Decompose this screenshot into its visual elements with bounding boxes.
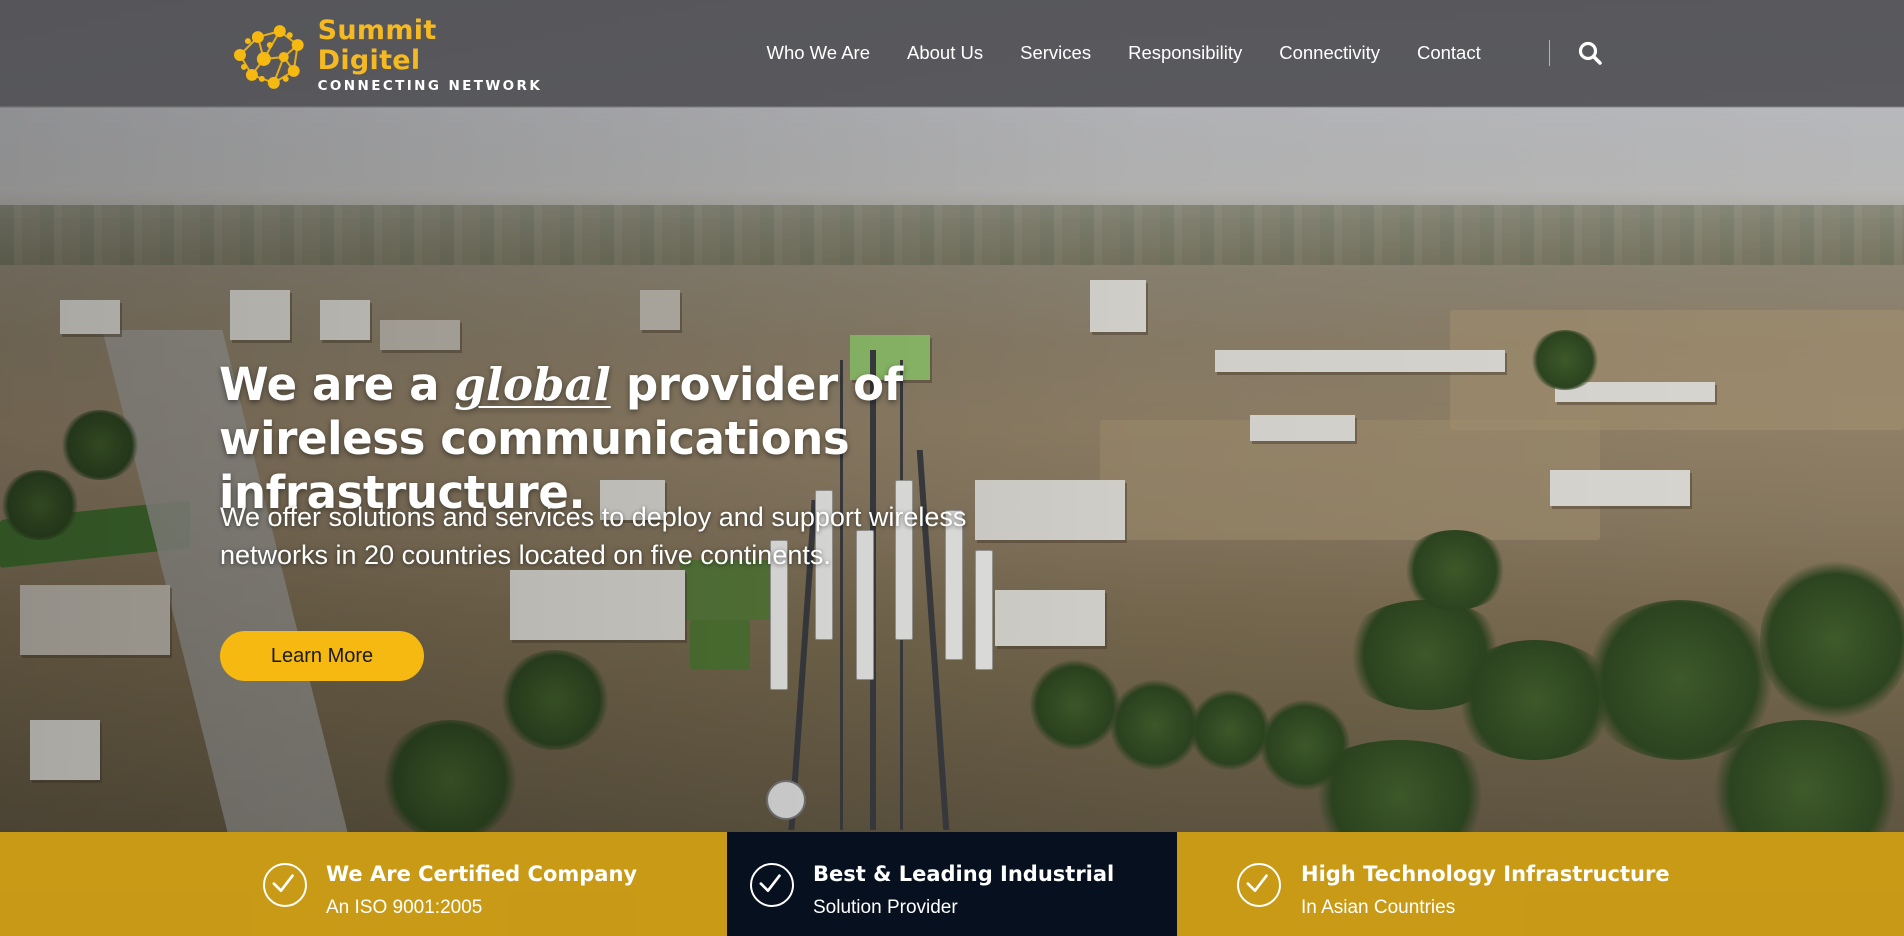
feature-title: We Are Certified Company (326, 862, 638, 886)
hero-headline: We are a global provider of wireless com… (219, 358, 1079, 520)
brand-logo[interactable]: Summit Digitel CONNECTING NETWORK (228, 14, 548, 95)
nav-item-services[interactable]: Services (1020, 34, 1091, 72)
search-icon (1578, 41, 1602, 65)
feature-title: Best & Leading Industrial (813, 862, 1115, 886)
nav-item-responsibility[interactable]: Responsibility (1128, 34, 1242, 72)
hero-subtext: We offer solutions and services to deplo… (220, 502, 967, 570)
headline-start: We are a (219, 358, 440, 411)
check-circle-icon (1237, 863, 1281, 907)
feature-industrial: Best & Leading Industrial Solution Provi… (727, 832, 1177, 936)
nav-item-about-us[interactable]: About Us (907, 34, 983, 72)
search-button[interactable] (1577, 40, 1603, 66)
nav-item-who-we-are[interactable]: Who We Are (767, 34, 871, 72)
check-circle-icon (263, 863, 307, 907)
main-nav: Who We Are About Us Services Responsibil… (748, 34, 1499, 72)
headline-accent-word: global (454, 358, 611, 411)
feature-subtitle: Solution Provider (813, 897, 958, 918)
feature-subtitle: In Asian Countries (1301, 897, 1456, 918)
learn-more-button[interactable]: Learn More (220, 631, 424, 681)
features-strip: We Are Certified Company An ISO 9001:200… (0, 832, 1904, 936)
feature-certified: We Are Certified Company An ISO 9001:200… (0, 832, 727, 936)
feature-subtitle: An ISO 9001:2005 (326, 897, 483, 918)
feature-title: High Technology Infrastructure (1301, 862, 1670, 886)
nav-item-connectivity[interactable]: Connectivity (1279, 34, 1380, 72)
network-globe-logo-icon (233, 25, 304, 89)
nav-item-contact[interactable]: Contact (1417, 34, 1481, 72)
brand-tagline: CONNECTING NETWORK (317, 77, 543, 94)
feature-technology: High Technology Infrastructure In Asian … (1177, 832, 1904, 936)
check-circle-icon (750, 863, 794, 907)
site-header: Summit Digitel CONNECTING NETWORK Who We… (0, 0, 1904, 107)
nav-divider (1549, 40, 1550, 66)
brand-name: Summit Digitel (317, 14, 437, 76)
logo-text: Summit Digitel CONNECTING NETWORK (317, 14, 548, 95)
